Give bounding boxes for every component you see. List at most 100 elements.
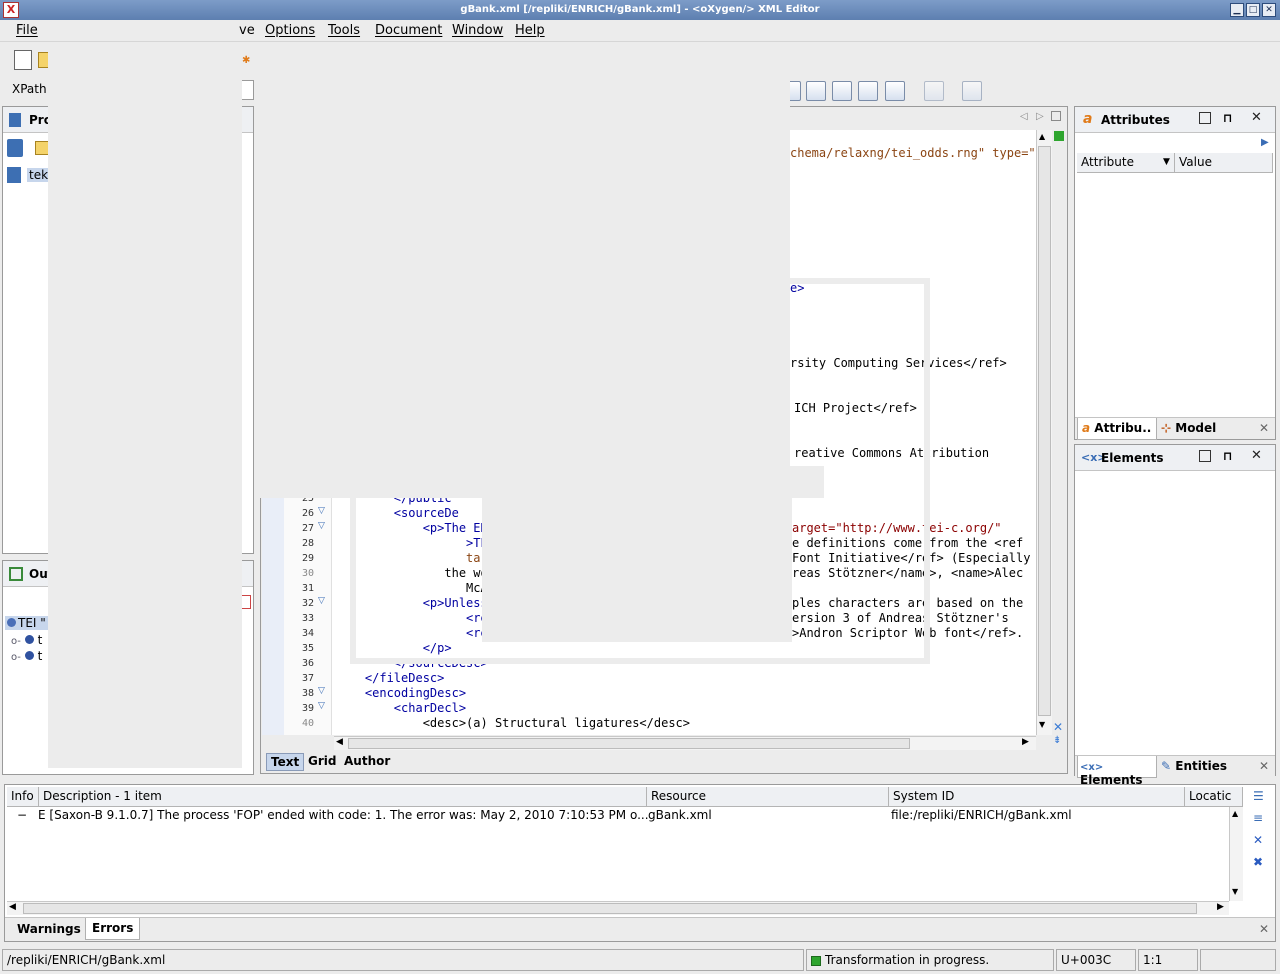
minimize-button[interactable]: ▁ (1230, 3, 1244, 17)
scroll-left-icon[interactable]: ◀ (336, 737, 343, 747)
fold-icon[interactable]: ▽ (318, 596, 325, 606)
pin-icon[interactable] (962, 81, 982, 101)
xpath-input[interactable] (242, 80, 254, 100)
code-line: <charDecl> (336, 701, 467, 715)
progress-icon (811, 955, 821, 966)
col-resource[interactable]: Resource (647, 787, 889, 807)
tab-errors[interactable]: Errors (85, 918, 141, 940)
results-vertical-scrollbar[interactable]: ▲ ▼ (1229, 807, 1243, 901)
row-resource: gBank.xml (648, 808, 712, 822)
group-icon[interactable]: ☰ (1253, 789, 1264, 803)
close-icon[interactable]: ✕ (1259, 421, 1269, 435)
column-attribute[interactable]: Attribute ▼ (1077, 153, 1175, 173)
close-icon[interactable]: ✕ (1259, 922, 1269, 936)
list-icon[interactable]: ≡ (1253, 811, 1263, 825)
pin-icon[interactable]: ⊓ (1223, 449, 1233, 463)
menu-tools[interactable]: Tools (328, 23, 360, 38)
edit-disabled-icon[interactable] (924, 81, 944, 101)
restore-icon[interactable] (1199, 112, 1211, 124)
code-line: </fileDesc> (336, 671, 445, 685)
col-location[interactable]: Locatic (1185, 787, 1243, 807)
tab-elements[interactable]: <x> Elements (1077, 756, 1157, 787)
outline-child-label: t (37, 633, 43, 647)
menu-file[interactable]: File (16, 23, 38, 38)
error-nav-icon[interactable]: ✕ (1053, 720, 1063, 734)
tab-model[interactable]: ⊹ Model (1161, 421, 1216, 435)
results-horizontal-scrollbar[interactable]: ◀ ▶ (7, 901, 1229, 915)
tab-grid[interactable]: Grid (304, 753, 340, 769)
fold-icon[interactable]: ▽ (318, 686, 325, 696)
close-icon[interactable]: ✕ (1251, 448, 1262, 463)
col-description[interactable]: Description - 1 item (39, 787, 647, 807)
status-path: /repliki/ENRICH/gBank.xml (2, 949, 804, 971)
pdf-icon[interactable] (885, 81, 905, 101)
apply-transform-icon[interactable] (832, 81, 852, 101)
tab-entities-label: Entities (1175, 759, 1227, 773)
tab-list-icon[interactable] (1051, 111, 1061, 121)
tab-text[interactable]: Text (266, 753, 305, 771)
tab-entities[interactable]: ✎ Entities (1161, 759, 1227, 773)
maximize-button[interactable]: □ (1246, 3, 1260, 17)
close-icon[interactable]: ✕ (1251, 110, 1262, 125)
scroll-down-icon[interactable]: ▼ (1232, 887, 1238, 896)
remove-icon[interactable]: ✕ (1253, 833, 1263, 847)
menu-bar: File ve Options Tools Document Window He… (0, 20, 1280, 42)
next-icon[interactable]: ▶ (1261, 137, 1269, 148)
new-project-icon[interactable] (7, 139, 23, 157)
tab-model-label: Model (1175, 421, 1217, 435)
menu-options[interactable]: Options (265, 23, 315, 38)
line-number: 37 (301, 673, 314, 684)
fold-icon[interactable]: ▽ (318, 701, 325, 711)
hscroll-thumb[interactable] (23, 903, 1197, 914)
scroll-down-icon[interactable]: ▼ (1039, 720, 1045, 729)
scroll-up-icon[interactable]: ▲ (1039, 132, 1045, 141)
editor-horizontal-scrollbar[interactable]: ◀ ▶ (334, 736, 1036, 750)
menu-window[interactable]: Window (452, 23, 503, 38)
menu-help[interactable]: Help (515, 23, 545, 38)
transform-config-icon[interactable] (806, 81, 826, 101)
close-icon[interactable]: ✕ (1259, 759, 1269, 773)
fold-icon[interactable]: ▽ (318, 506, 325, 516)
outline-root[interactable]: TEI " (5, 616, 48, 630)
project-icon (9, 113, 21, 127)
col-system-id[interactable]: System ID (889, 787, 1185, 807)
outline-child[interactable]: o- t (11, 649, 42, 663)
restore-icon[interactable] (1199, 450, 1211, 462)
scroll-left-icon[interactable]: ◀ (9, 902, 16, 912)
scroll-right-icon[interactable]: ▶ (1022, 737, 1029, 747)
next-tab-icon[interactable]: ▷ (1036, 111, 1044, 122)
editor-vertical-scrollbar[interactable]: ▲ ▼ (1036, 130, 1052, 735)
fold-icon[interactable]: ▽ (318, 521, 325, 531)
line-number: 29 (301, 553, 314, 564)
hscroll-thumb[interactable] (348, 738, 910, 749)
render-artifact (790, 466, 824, 498)
menu-partial[interactable]: ve (239, 23, 255, 38)
debug-icon[interactable] (858, 81, 878, 101)
outline-child[interactable]: o- t (11, 633, 42, 647)
tab-attributes[interactable]: a Attribu.. (1077, 418, 1157, 440)
tab-warnings[interactable]: Warnings (17, 922, 81, 936)
line-number: 33 (301, 613, 314, 624)
status-transform-label: Transformation in progress. (825, 953, 990, 967)
column-value[interactable]: Value (1175, 153, 1273, 173)
scroll-up-icon[interactable]: ▲ (1232, 809, 1238, 818)
new-document-icon[interactable] (14, 50, 32, 70)
remove-all-icon[interactable]: ✖ (1253, 855, 1263, 869)
sort-icon[interactable]: ▼ (1163, 153, 1170, 171)
attributes-tabbar: a Attribu.. ⊹ Model ✕ (1075, 417, 1275, 440)
scroll-right-icon[interactable]: ▶ (1217, 902, 1224, 912)
results-panel: Info Description - 1 item Resource Syste… (4, 784, 1276, 942)
tab-author[interactable]: Author (340, 753, 394, 769)
element-node-icon (7, 618, 16, 627)
scroll-thumb[interactable] (1038, 146, 1051, 716)
app-icon[interactable]: X (3, 2, 19, 18)
line-number: 38 (301, 688, 314, 699)
prev-tab-icon[interactable]: ◁ (1020, 111, 1028, 122)
col-info[interactable]: Info (7, 787, 39, 807)
xpath-label: XPath (12, 82, 47, 96)
table-row[interactable]: − E [Saxon-B 9.1.0.7] The process 'FOP' … (7, 807, 1229, 825)
expand-icon[interactable]: ⇟ (1053, 735, 1061, 746)
pin-icon[interactable]: ⊓ (1223, 111, 1233, 125)
close-button[interactable]: ✕ (1262, 3, 1276, 17)
menu-document[interactable]: Document (375, 23, 442, 38)
